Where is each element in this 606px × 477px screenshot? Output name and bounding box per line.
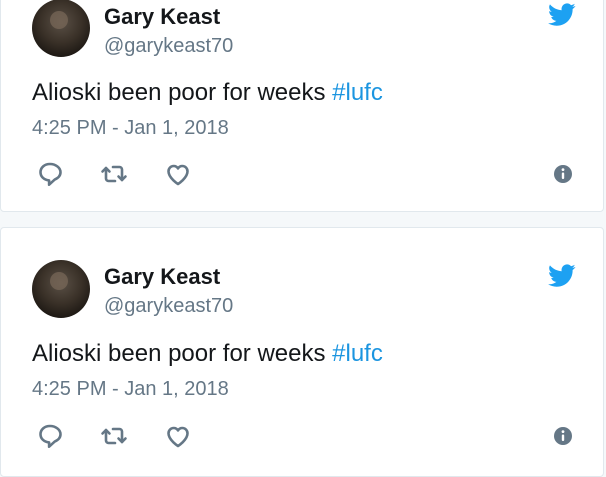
tweet-card[interactable]: Gary Keast @garykeast70 Alioski been poo… bbox=[0, 0, 604, 212]
tweet-body: Alioski been poor for weeks bbox=[32, 79, 333, 106]
author-handle[interactable]: @garykeast70 bbox=[104, 295, 233, 318]
author-name[interactable]: Gary Keast bbox=[104, 4, 220, 30]
avatar[interactable] bbox=[32, 0, 90, 57]
timestamp[interactable]: 4:25 PM - Jan 1, 2018 bbox=[32, 378, 229, 401]
tweet-text: Alioski been poor for weeks #lufc bbox=[32, 79, 383, 107]
author-name[interactable]: Gary Keast bbox=[104, 264, 220, 290]
avatar[interactable] bbox=[32, 260, 90, 318]
like-icon[interactable] bbox=[164, 160, 192, 188]
twitter-bird-icon[interactable] bbox=[548, 264, 576, 288]
twitter-bird-icon[interactable] bbox=[548, 3, 576, 27]
action-bar bbox=[32, 422, 577, 450]
tweet-text: Alioski been poor for weeks #lufc bbox=[32, 340, 383, 368]
retweet-icon[interactable] bbox=[100, 160, 128, 188]
action-bar bbox=[32, 160, 577, 188]
author-handle[interactable]: @garykeast70 bbox=[104, 35, 233, 58]
tweet-body: Alioski been poor for weeks bbox=[32, 340, 333, 367]
hashtag-link[interactable]: #lufc bbox=[332, 340, 383, 367]
reply-icon[interactable] bbox=[36, 422, 64, 450]
timestamp[interactable]: 4:25 PM - Jan 1, 2018 bbox=[32, 117, 229, 140]
retweet-icon[interactable] bbox=[100, 422, 128, 450]
tweet-card[interactable]: Gary Keast @garykeast70 Alioski been poo… bbox=[0, 227, 604, 477]
reply-icon[interactable] bbox=[36, 160, 64, 188]
like-icon[interactable] bbox=[164, 422, 192, 450]
info-icon[interactable] bbox=[553, 164, 573, 184]
info-icon[interactable] bbox=[553, 426, 573, 446]
hashtag-link[interactable]: #lufc bbox=[332, 79, 383, 106]
